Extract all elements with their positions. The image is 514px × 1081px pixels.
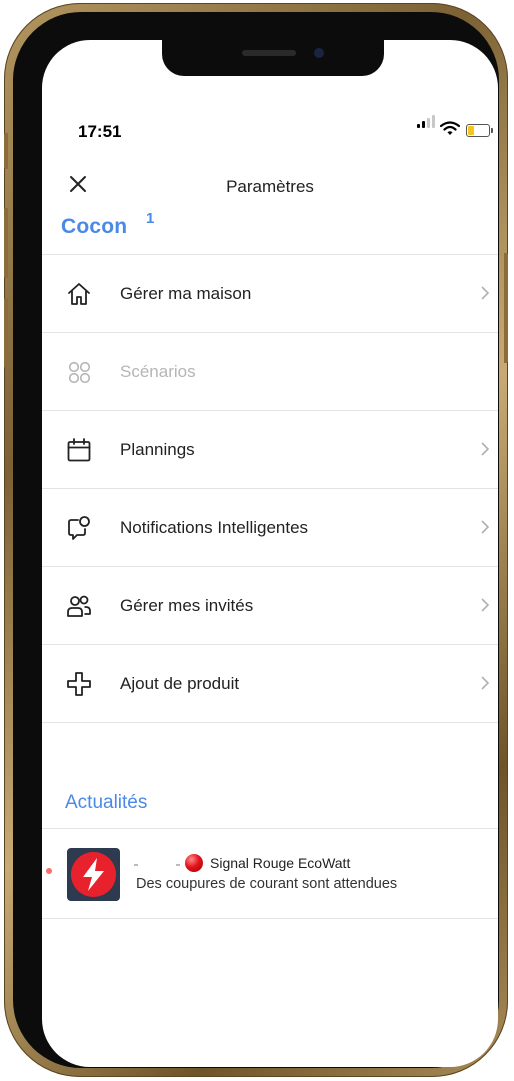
volume-down-button	[4, 298, 8, 368]
chevron-right-icon	[481, 598, 490, 612]
menu-item-plannings[interactable]: Plannings	[42, 411, 498, 488]
menu-item-label: Ajout de produit	[120, 674, 240, 693]
news-item-subtitle: Des coupures de courant sont attendues	[136, 876, 398, 892]
chevron-right-icon	[481, 442, 490, 456]
calendar-icon	[67, 438, 91, 462]
scenarios-icon	[68, 361, 91, 384]
brand-logo: Cocon	[61, 215, 128, 238]
menu-item-smart-notifications[interactable]: Notifications Intelligentes	[42, 489, 498, 566]
notch	[162, 40, 384, 76]
screen: 17:51 Paramètres Cocon 1 Gérer ma maison…	[42, 40, 498, 1067]
chevron-right-icon	[481, 520, 490, 534]
chevron-right-icon	[481, 286, 490, 300]
volume-up-button	[4, 208, 8, 278]
status-time: 17:51	[78, 122, 122, 141]
mute-switch	[4, 133, 8, 169]
menu-item-add-product[interactable]: Ajout de produit	[42, 645, 498, 722]
menu-item-label: Gérer mes invités	[120, 596, 254, 615]
ecowatt-bolt-icon	[67, 848, 120, 901]
home-icon	[68, 283, 90, 305]
news-item-title: Signal Rouge EcoWatt	[210, 855, 351, 871]
phone-bezel: 17:51 Paramètres Cocon 1 Gérer ma maison…	[13, 12, 499, 1068]
wifi-icon	[440, 121, 460, 135]
decorative-mark	[134, 864, 138, 866]
front-camera	[314, 48, 324, 58]
users-icon	[67, 595, 91, 617]
chevron-right-icon	[481, 676, 490, 690]
news-item[interactable]: Signal Rouge EcoWatt Des coupures de cou…	[42, 828, 498, 918]
page-title: Paramètres	[226, 177, 314, 196]
divider	[42, 918, 498, 919]
menu-item-scenarios: Scénarios	[42, 333, 498, 410]
menu-item-label: Notifications Intelligentes	[120, 518, 309, 537]
menu-item-manage-home[interactable]: Gérer ma maison	[42, 255, 498, 332]
news-section-title: Actualités	[65, 792, 148, 813]
red-circle-icon	[185, 854, 203, 872]
unread-dot	[46, 868, 52, 874]
brand-logo-mark: 1	[146, 210, 155, 227]
menu-item-label: Plannings	[120, 440, 195, 459]
phone-frame: 17:51 Paramètres Cocon 1 Gérer ma maison…	[4, 3, 508, 1077]
earpiece-speaker	[242, 50, 296, 56]
menu-item-label: Scénarios	[120, 362, 196, 381]
add-product-icon	[67, 672, 91, 696]
menu-item-manage-guests[interactable]: Gérer mes invités	[42, 567, 498, 644]
smart-notification-icon	[68, 516, 90, 540]
power-button	[504, 253, 508, 363]
divider	[42, 722, 498, 723]
decorative-mark	[176, 864, 180, 866]
battery-icon	[466, 124, 493, 137]
menu-item-label: Gérer ma maison	[120, 284, 252, 303]
